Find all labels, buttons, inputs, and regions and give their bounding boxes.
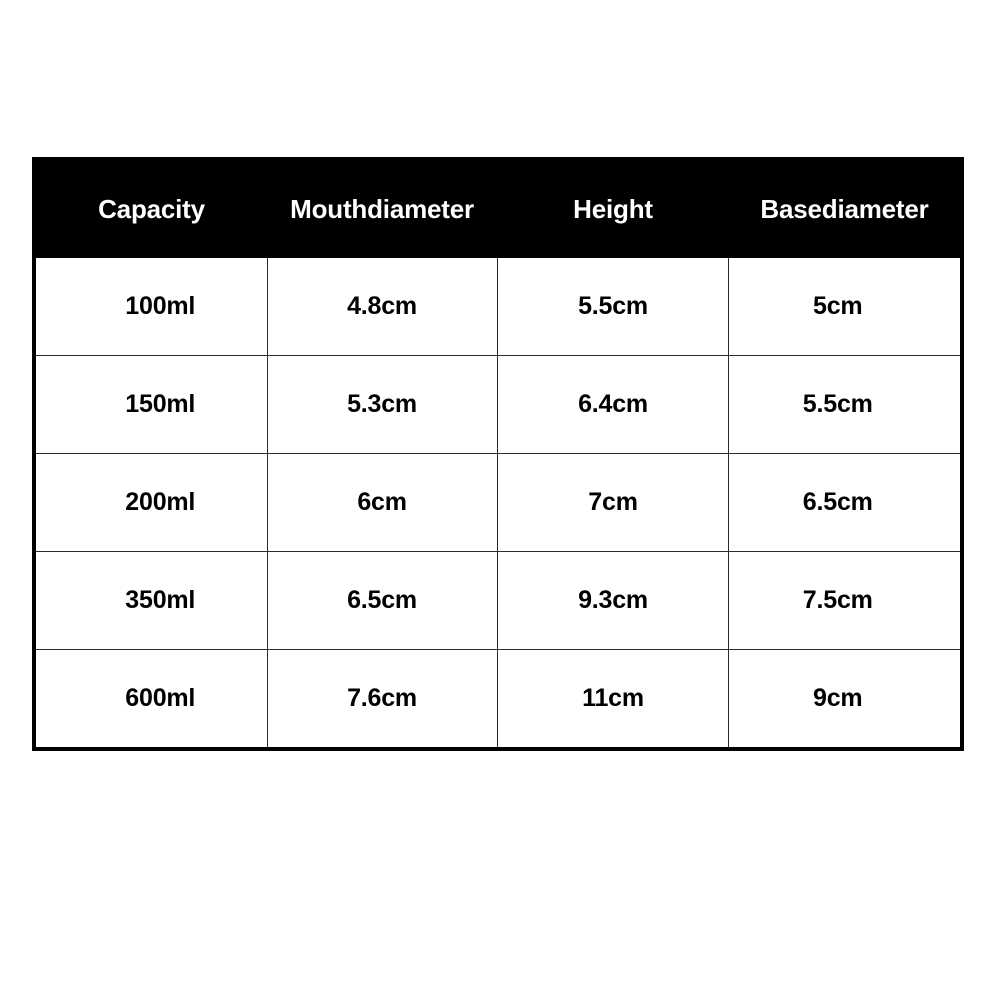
table-body: 100ml 4.8cm 5.5cm 5cm 150ml 5.3cm 6.4cm … (36, 258, 960, 747)
cell-height: 9.3cm (496, 551, 730, 650)
column-header-mouthdiameter: Mouthdiameter (267, 161, 498, 258)
cell-mouthdiameter: 5.3cm (266, 355, 498, 454)
cell-height: 5.5cm (496, 258, 730, 356)
table-header: Capacity Mouthdiameter Height Basediamet… (36, 161, 960, 258)
specification-table: Capacity Mouthdiameter Height Basediamet… (36, 161, 960, 747)
specification-table-container: Capacity Mouthdiameter Height Basediamet… (32, 157, 964, 751)
table-row: 100ml 4.8cm 5.5cm 5cm (36, 258, 960, 356)
cell-capacity: 150ml (36, 355, 268, 454)
cell-basediameter: 6.5cm (728, 453, 960, 552)
column-header-capacity: Capacity (36, 161, 267, 258)
cell-capacity: 600ml (36, 649, 268, 747)
cell-basediameter: 5cm (728, 258, 960, 356)
cell-mouthdiameter: 6cm (266, 453, 498, 552)
table-row: 350ml 6.5cm 9.3cm 7.5cm (36, 551, 960, 650)
table-row: 200ml 6cm 7cm 6.5cm (36, 453, 960, 552)
cell-height: 11cm (496, 649, 730, 747)
column-header-basediameter: Basediameter (728, 161, 960, 258)
cell-capacity: 100ml (36, 258, 268, 356)
cell-height: 6.4cm (496, 355, 730, 454)
cell-mouthdiameter: 4.8cm (266, 258, 498, 356)
column-header-height: Height (497, 161, 729, 258)
table-header-row: Capacity Mouthdiameter Height Basediamet… (36, 161, 960, 258)
cell-height: 7cm (496, 453, 730, 552)
table-row: 600ml 7.6cm 11cm 9cm (36, 649, 960, 747)
cell-mouthdiameter: 7.6cm (266, 649, 498, 747)
cell-capacity: 350ml (36, 551, 268, 650)
cell-capacity: 200ml (36, 453, 268, 552)
cell-basediameter: 5.5cm (728, 355, 960, 454)
cell-mouthdiameter: 6.5cm (266, 551, 498, 650)
page-canvas: Capacity Mouthdiameter Height Basediamet… (0, 0, 1001, 1001)
cell-basediameter: 7.5cm (728, 551, 960, 650)
table-row: 150ml 5.3cm 6.4cm 5.5cm (36, 355, 960, 454)
cell-basediameter: 9cm (728, 649, 960, 747)
